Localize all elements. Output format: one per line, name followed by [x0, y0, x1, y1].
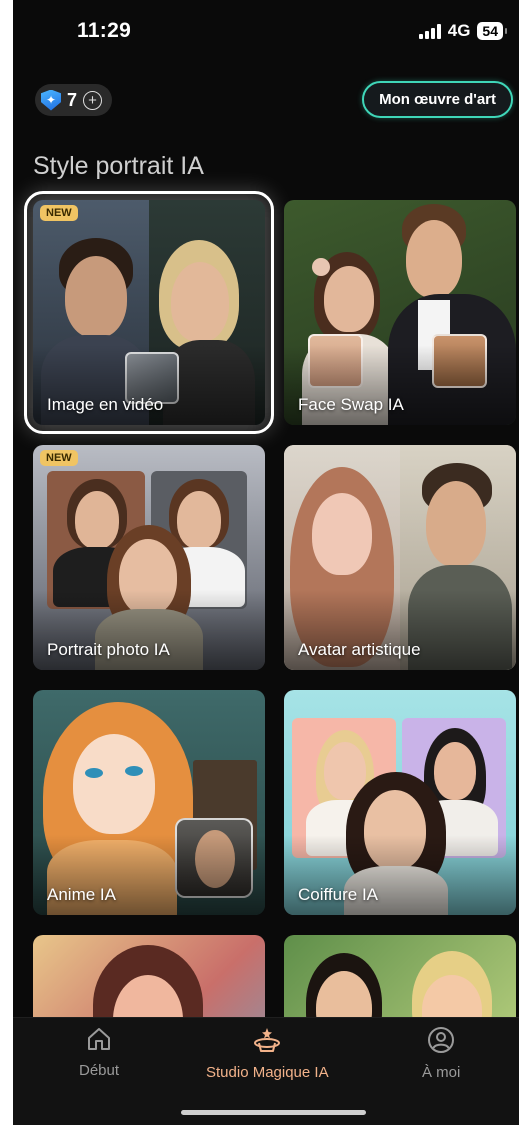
new-badge: NEW	[40, 450, 78, 466]
add-credits-icon: +	[83, 90, 103, 110]
nav-magic-studio[interactable]: Studio Magique IA	[206, 1026, 329, 1081]
status-time: 11:29	[77, 19, 132, 42]
card-label: Anime IA	[47, 885, 116, 904]
nav-label: À moi	[422, 1064, 461, 1081]
nav-label: Studio Magique IA	[206, 1064, 329, 1081]
nav-home[interactable]: Début	[79, 1026, 119, 1079]
card-ai-portrait[interactable]: NEW Portrait photo IA	[33, 445, 265, 670]
card-anime[interactable]: Anime IA	[33, 690, 265, 915]
credits-button[interactable]: ✦ 7 +	[35, 84, 113, 116]
nav-profile[interactable]: À moi	[422, 1026, 460, 1081]
card-image-to-video[interactable]: NEW Image en vidéo	[24, 191, 274, 434]
signal-icon	[418, 23, 441, 39]
home-icon	[88, 1028, 111, 1050]
credit-gem-icon: ✦	[41, 89, 61, 111]
card-label: Portrait photo IA	[47, 640, 170, 659]
card-label: Image en vidéo	[47, 395, 164, 414]
card-label: Face Swap IA	[298, 395, 404, 414]
card-label: Coiffure IA	[298, 885, 379, 904]
card-hairstyle[interactable]: Coiffure IA	[284, 690, 516, 915]
app-screen: 11:29 4G 54 ✦ 7 + Mon œuvre d'art Style …	[13, 0, 519, 1125]
card-art-avatar[interactable]: Avatar artistique	[284, 445, 516, 670]
nav-label: Début	[79, 1062, 120, 1079]
new-badge: NEW	[40, 205, 78, 221]
card-label: Avatar artistique	[298, 640, 421, 659]
network-type: 4G	[447, 21, 471, 40]
credits-count: 7	[67, 89, 78, 110]
section-title: Style portrait IA	[33, 152, 204, 180]
bottom-navigation: Début Studio Magique IA À moi	[13, 1017, 519, 1125]
status-indicators: 4G 54	[418, 21, 507, 41]
battery-icon: 54	[477, 22, 507, 40]
home-indicator	[181, 1110, 366, 1115]
profile-icon	[428, 1027, 455, 1053]
magic-hat-icon	[254, 1028, 281, 1052]
card-face-swap[interactable]: Face Swap IA	[284, 200, 516, 425]
my-artwork-button[interactable]: Mon œuvre d'art	[362, 81, 513, 118]
